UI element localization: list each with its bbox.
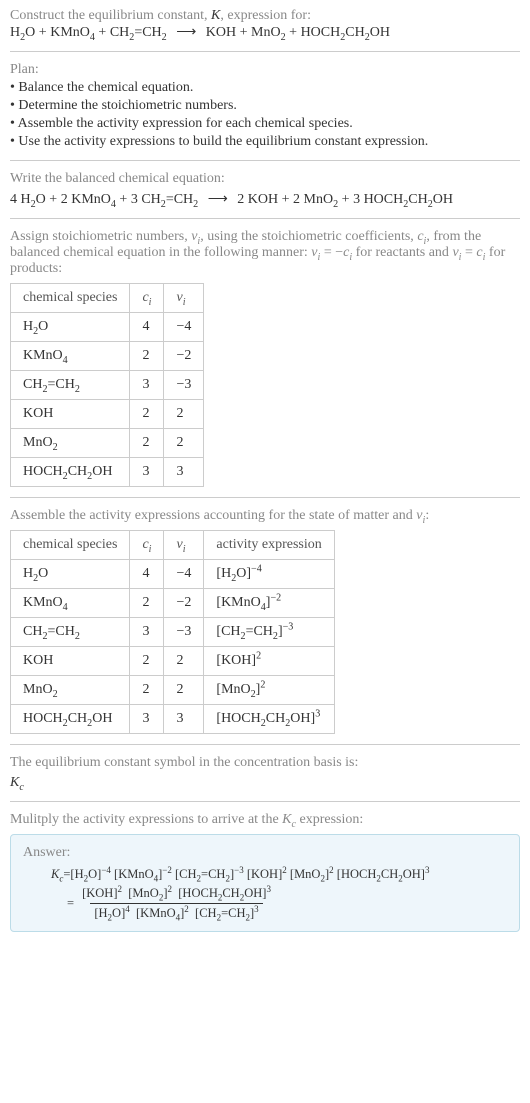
intro-text-a: Construct the equilibrium constant, [10,8,211,23]
species-h2o: H2O [10,25,35,40]
species-hoch2ch2oh: HOCH2CH2OH [301,25,390,40]
intro-prompt: Construct the equilibrium constant, K, e… [10,8,520,24]
assemble-paragraph: Assemble the activity expressions accoun… [10,508,520,524]
divider [10,744,520,745]
divider [10,160,520,161]
divider [10,51,520,52]
balanced-equation: 4 H2O + 2 KMnO4 + 3 CH2=CH2 ⟶ 2 KOH + 2 … [10,191,520,208]
divider [10,218,520,219]
table-row: HOCH2CH2OH 3 3 [11,458,204,487]
table-row: H2O 4 −4 [11,313,204,342]
species-mno2: MnO2 [251,25,286,40]
col-ci: ci [130,284,164,313]
stoich-table: chemical species ci νi H2O 4 −4 KMnO4 2 … [10,283,204,487]
table-row: KMnO4 2 −2 [11,342,204,371]
balanced-prompt: Write the balanced chemical equation: [10,171,520,187]
kc-text: The equilibrium constant symbol in the c… [10,755,520,771]
table-row: H2O 4 −4 [H2O]−4 [11,560,335,589]
table-row: MnO2 2 2 [11,429,204,458]
species-koh: KOH [206,25,236,40]
divider [10,497,520,498]
plan-title: Plan: [10,62,520,78]
table-row: MnO2 2 2 [MnO2]2 [11,676,335,705]
assign-paragraph: Assign stoichiometric numbers, νi, using… [10,229,520,277]
col-nui: νi [164,284,204,313]
reaction-arrow-icon: ⟶ [202,192,234,207]
answer-label: Answer: [23,845,507,861]
table-row: CH2=CH2 3 −3 [CH2=CH2]−3 [11,618,335,647]
species-ch2ch2: CH2=CH2 [110,25,167,40]
multiply-text: Mulitply the activity expressions to arr… [10,812,520,828]
table-row: KOH 2 2 [11,400,204,429]
table-row: HOCH2CH2OH 3 3 [HOCH2CH2OH]3 [11,705,335,734]
table-header-row: chemical species ci νi [11,284,204,313]
plan-item: • Use the activity expressions to build … [10,134,520,150]
table-header-row: chemical species ci νi activity expressi… [11,531,335,560]
answer-box: Answer: Kc = [H2O]−4 [KMnO4]−2 [CH2=CH2]… [10,834,520,932]
kc-symbol: Kc [10,775,520,791]
table-row: KMnO4 2 −2 [KMnO4]−2 [11,589,335,618]
table-row: CH2=CH2 3 −3 [11,371,204,400]
fraction: [KOH]2 [MnO2]2 [HOCH2CH2OH]3 [H2O]4 [KMn… [78,886,275,921]
answer-equation-line2: = [KOH]2 [MnO2]2 [HOCH2CH2OH]3 [H2O]4 [K… [23,886,507,921]
table-row: KOH 2 2 [KOH]2 [11,647,335,676]
plan-item: • Assemble the activity expression for e… [10,116,520,132]
answer-equation-line1: Kc = [H2O]−4 [KMnO4]−2 [CH2=CH2]−3 [KOH]… [23,867,507,882]
unbalanced-equation: H2O + KMnO4 + CH2=CH2 ⟶ KOH + MnO2 + HOC… [10,24,520,41]
activity-table: chemical species ci νi activity expressi… [10,530,335,734]
intro-K: K [211,8,220,23]
reaction-arrow-icon: ⟶ [170,25,202,40]
divider [10,801,520,802]
intro-text-b: , expression for: [220,8,311,23]
species-kmno4: KMnO4 [50,25,95,40]
col-species: chemical species [11,284,130,313]
plan-item: • Balance the chemical equation. [10,80,520,96]
plan-item: • Determine the stoichiometric numbers. [10,98,520,114]
